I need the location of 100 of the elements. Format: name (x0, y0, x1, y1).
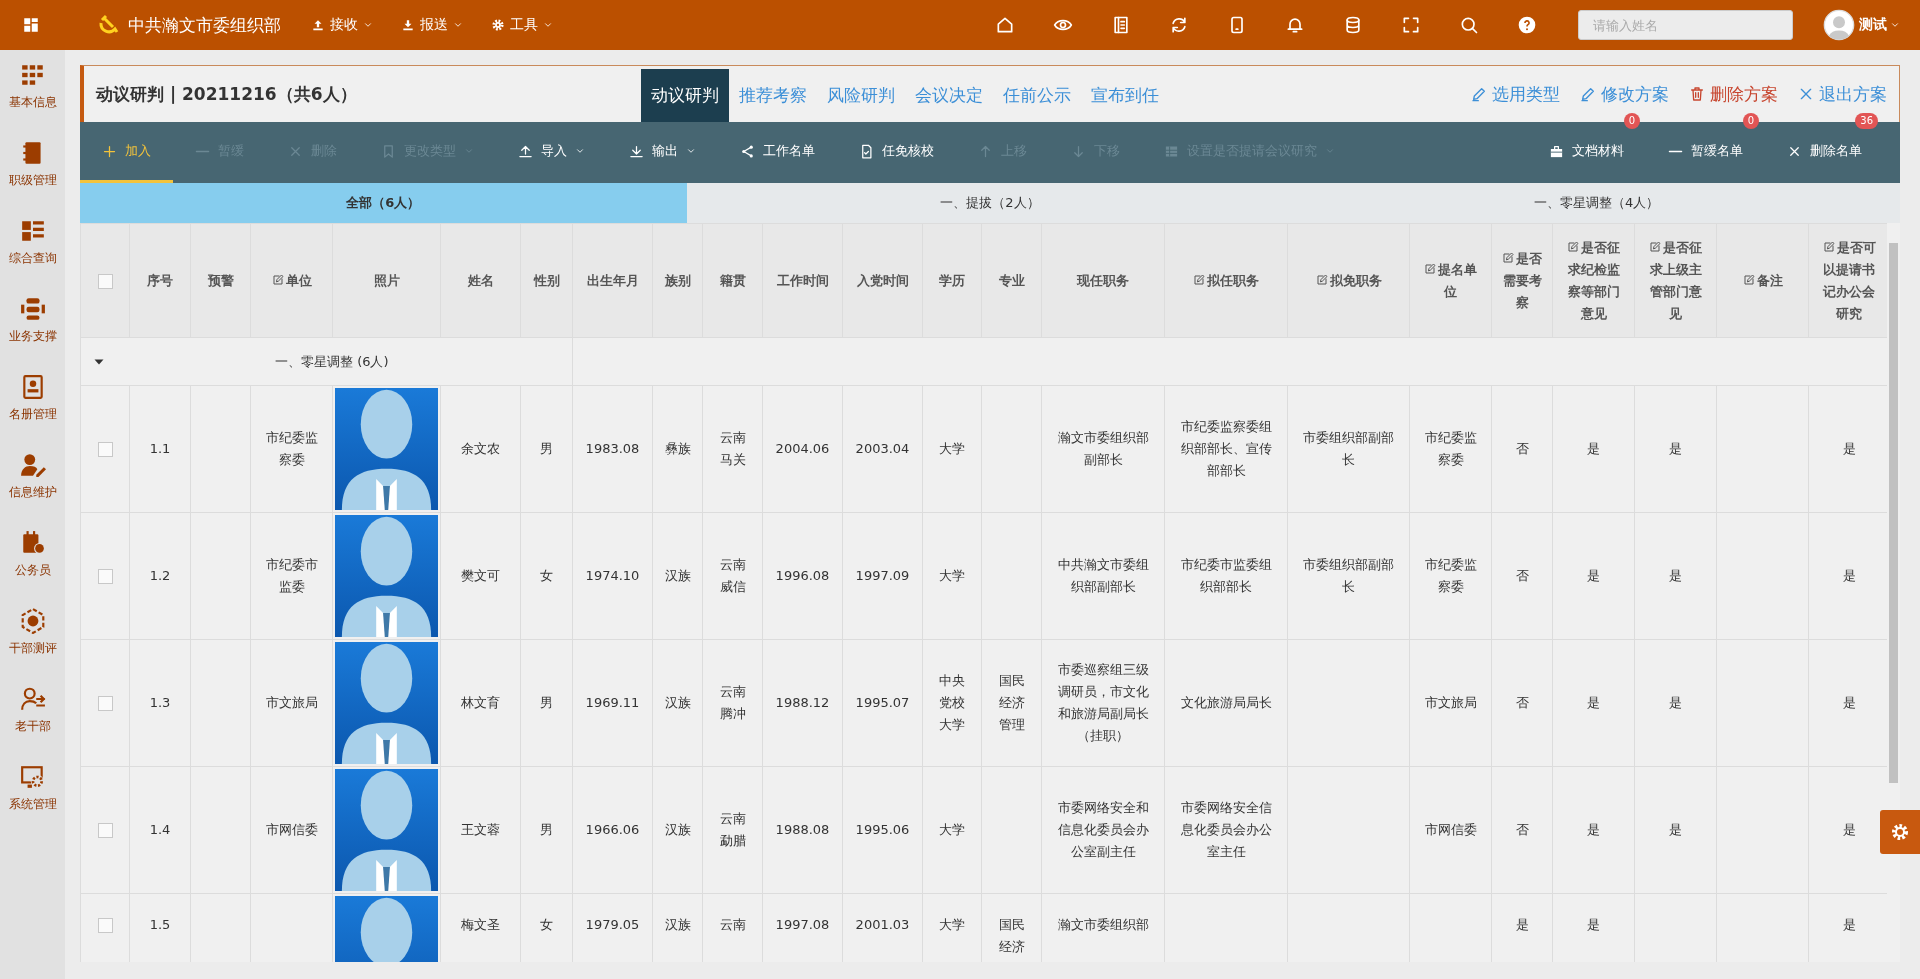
table-cell: 否 (1515, 822, 1529, 837)
table-cell: 市委组织部副部长 (1303, 430, 1394, 467)
search-field[interactable]: 请输入姓名 (1578, 10, 1793, 40)
column-header: 备注 (1742, 272, 1783, 288)
column-header: 性别 (533, 272, 560, 288)
table-cell: 市委网络安全和信息化委员会办公室副主任 (1057, 800, 1149, 859)
table-cell: 市纪委监察委组织部部长、宣传部部长 (1180, 419, 1272, 478)
table-cell: 否 (1515, 568, 1529, 583)
table-cell: 是 (1587, 441, 1600, 456)
table-cell: 大学 (939, 822, 965, 837)
search-icon[interactable] (1459, 15, 1479, 35)
sidebar-item[interactable]: 公务员 (0, 528, 65, 606)
caret-icon (543, 20, 553, 30)
user-menu[interactable]: 测试 (1859, 16, 1900, 34)
table-cell: 是 (1842, 822, 1856, 837)
home-icon[interactable] (995, 15, 1015, 35)
nav-menu[interactable]: 工具 (491, 16, 553, 34)
book-icon[interactable] (1111, 15, 1131, 35)
column-header: 是否需要考察 (1502, 250, 1542, 310)
group-tab[interactable]: 一、提拔（2人） (686, 183, 1294, 223)
table-cell: 是 (1842, 917, 1856, 932)
plus-icon (102, 143, 117, 159)
toolbar-button[interactable]: 任免核校 (837, 122, 956, 183)
sidebar-item[interactable]: 基本信息 (0, 60, 65, 138)
table-cell: 大学 (939, 917, 965, 932)
stage-tab[interactable]: 动议研判 (641, 69, 729, 122)
column-header: 提名单位 (1424, 261, 1477, 299)
table-cell: 2004.06 (775, 441, 830, 456)
table-cell: 是 (1669, 441, 1682, 456)
caret-icon (453, 20, 463, 30)
table-cell: 汉族 (664, 917, 691, 932)
table-cell: 市网信委 (1424, 822, 1477, 837)
nav-menu[interactable]: 报送 (401, 16, 463, 34)
action-link[interactable]: 选用类型 (1471, 82, 1560, 106)
trash-icon (1689, 86, 1705, 102)
table-cell: 市纪委市监委 (265, 557, 318, 594)
sidebar-item[interactable]: 综合查询 (0, 216, 65, 294)
sidebar-item[interactable]: 名册管理 (0, 372, 65, 450)
nav-menu[interactable]: 接收 (311, 16, 373, 34)
checkbox[interactable] (97, 823, 113, 838)
table-cell: 中共瀚文市委组织部副部长 (1057, 557, 1149, 594)
table-cell: 是 (1587, 695, 1600, 710)
help-icon[interactable] (1517, 15, 1537, 35)
column-header: 现任职务 (1077, 272, 1129, 288)
checkbox[interactable] (97, 918, 113, 933)
checkbox[interactable] (97, 569, 113, 584)
table-cell: 市纪委市监委组织部部长 (1180, 557, 1272, 594)
group-tab[interactable]: 一、零星调整（4人） (1293, 183, 1900, 223)
table-cell: 是 (1669, 822, 1682, 837)
close-icon (1798, 86, 1814, 102)
sidebar-item[interactable]: 业务支撑 (0, 294, 65, 372)
table-cell: 男 (540, 695, 553, 710)
count-badge: 36 (1855, 113, 1878, 129)
table-cell: 余文农 (461, 441, 500, 456)
stage-tab[interactable]: 任前公示 (993, 69, 1081, 122)
toolbar-button[interactable]: 导入 (496, 122, 607, 183)
stage-tab[interactable]: 推荐考察 (729, 69, 817, 122)
table-cell: 否 (1515, 441, 1529, 456)
toolbar-button[interactable]: 工作名单 (718, 122, 837, 183)
action-link[interactable]: 退出方案 (1798, 82, 1887, 106)
sidebar-item[interactable]: 老干部 (0, 684, 65, 762)
table-cell: 男 (540, 822, 553, 837)
table-cell: 汉族 (664, 568, 691, 583)
column-header: 学历 (939, 272, 965, 288)
checkbox[interactable] (97, 273, 113, 289)
pencil-icon (1471, 86, 1487, 102)
checkbox[interactable] (97, 442, 113, 457)
grid-icon[interactable] (22, 16, 40, 34)
column-header: 是否征求上级主管部门意见 (1649, 239, 1702, 321)
database-icon[interactable] (1343, 15, 1363, 35)
refresh-icon[interactable] (1169, 15, 1189, 35)
fullscreen-icon[interactable] (1401, 15, 1421, 35)
column-header: 预警 (207, 272, 234, 288)
table-cell: 云南勐腊 (719, 811, 746, 848)
column-header: 姓名 (467, 272, 494, 288)
bell-icon[interactable] (1285, 15, 1305, 35)
table-cell: 云南 (719, 917, 746, 932)
column-header: 序号 (147, 272, 173, 288)
toolbar-button[interactable]: 输出 (607, 122, 718, 183)
stage-tab[interactable]: 宣布到任 (1081, 69, 1169, 122)
table-cell: 1997.09 (855, 568, 910, 583)
group-label: 一、零星调整 (6人) (275, 353, 389, 369)
table-cell: 否 (1515, 695, 1529, 710)
table-cell: 市委组织部副部长 (1303, 557, 1394, 594)
group-tab[interactable]: 全部（6人） (80, 183, 687, 223)
sidebar-item[interactable]: 职级管理 (0, 138, 65, 216)
sidebar-item[interactable]: 信息维护 (0, 450, 65, 528)
action-link[interactable]: 删除方案 (1689, 82, 1778, 106)
avatar-icon[interactable] (1823, 9, 1855, 41)
table-cell: 樊文可 (461, 568, 500, 583)
table-cell: 是 (1842, 441, 1856, 456)
plan-title: 动议研判 | 20211216（共6人） (96, 82, 358, 106)
action-link[interactable]: 修改方案 (1580, 82, 1669, 106)
table-cell: 是 (1515, 917, 1529, 932)
sidebar-item[interactable]: 干部测评 (0, 606, 65, 684)
settings-button[interactable] (1880, 810, 1920, 854)
column-header: 是否征求纪检监察等部门意见 (1567, 239, 1620, 321)
checkbox[interactable] (97, 696, 113, 711)
sidebar-item[interactable]: 系统管理 (0, 762, 65, 840)
table-cell: 1996.08 (775, 568, 830, 583)
